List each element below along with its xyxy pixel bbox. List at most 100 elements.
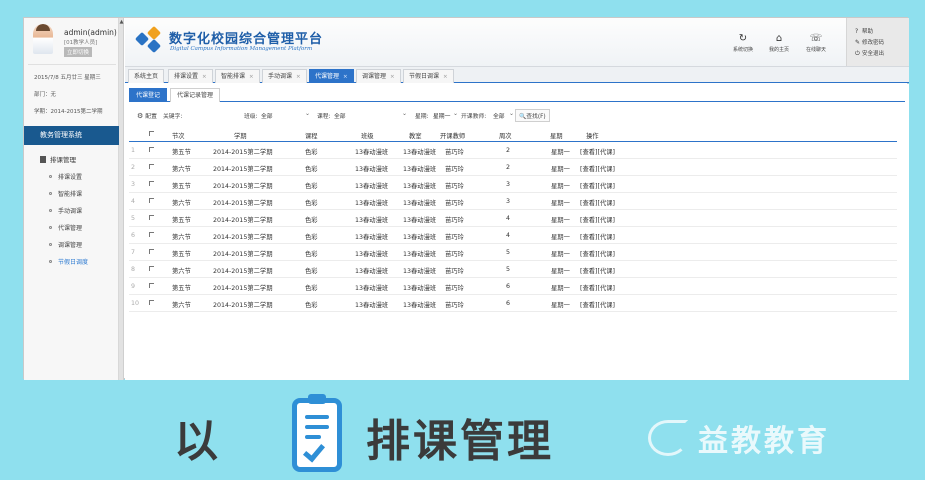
- cell-teacher: 苗巧玲: [445, 183, 464, 190]
- cell-section: 第五节: [172, 251, 191, 258]
- sidebar-subitem-setting[interactable]: 排课设置: [49, 172, 82, 181]
- table-row[interactable]: 1 第五节 2014-2015第二学期 色彩 13春动漫班 13春动漫班 苗巧玲 2 星期一 [查…: [129, 142, 897, 159]
- sidebar-scrollbar[interactable]: ▲: [119, 18, 124, 380]
- bullet-icon: [49, 226, 52, 229]
- cell-ops[interactable]: [查看][代课]: [580, 283, 615, 292]
- switch-system-button[interactable]: ↻ 系统切换: [725, 32, 761, 53]
- cell-term: 2014-2015第二学期: [213, 268, 273, 275]
- cell-ops[interactable]: [查看][代课]: [580, 147, 615, 156]
- course-label: 课程:: [317, 114, 331, 120]
- help-link[interactable]: ? 帮助: [855, 27, 873, 35]
- row-index: 1: [131, 147, 136, 154]
- cell-ops[interactable]: [查看][代课]: [580, 215, 615, 224]
- chevron-down-icon[interactable]: ⌄: [305, 110, 310, 117]
- cell-day: 星期一: [551, 166, 570, 173]
- cell-ops[interactable]: [查看][代课]: [580, 266, 615, 275]
- cell-ops[interactable]: [查看][代课]: [580, 232, 615, 241]
- table-row[interactable]: 8 第六节 2014-2015第二学期 色彩 13春动漫班 13春动漫班 苗巧玲 5 星期一 [查…: [129, 261, 897, 278]
- row-checkbox[interactable]: [149, 215, 154, 222]
- subtab-substitute-records[interactable]: 代课记录管理: [170, 88, 221, 102]
- cell-ops[interactable]: [查看][代课]: [580, 249, 615, 258]
- table-row[interactable]: 3 第五节 2014-2015第二学期 色彩 13春动漫班 13春动漫班 苗巧玲 3 星期一 [查…: [129, 176, 897, 193]
- table-row[interactable]: 4 第六节 2014-2015第二学期 色彩 13春动漫班 13春动漫班 苗巧玲 3 星期一 [查…: [129, 193, 897, 210]
- close-icon[interactable]: ×: [249, 74, 254, 80]
- tab-home[interactable]: 系统主页: [128, 69, 165, 83]
- tab-substitute-management[interactable]: 代课管理 ×: [309, 69, 354, 83]
- sidebar-subitem-smart[interactable]: 智能排课: [49, 189, 82, 198]
- scroll-up-icon[interactable]: ▲: [119, 19, 124, 25]
- cell-week: 3: [506, 198, 511, 205]
- tab-schedule-setting[interactable]: 排课设置 ×: [168, 69, 213, 83]
- switch-identity-button[interactable]: 立即切换: [64, 47, 93, 57]
- close-icon[interactable]: ×: [343, 74, 348, 80]
- app-window: admin(admin) [01教学人员] 立即切换 2015/7/8 五月廿三…: [23, 17, 909, 380]
- cell-course: 色彩: [305, 302, 318, 309]
- row-checkbox[interactable]: [149, 181, 154, 188]
- config-button[interactable]: ⚙ 配置: [137, 111, 157, 120]
- table-row[interactable]: 6 第六节 2014-2015第二学期 色彩 13春动漫班 13春动漫班 苗巧玲 4 星期一 [查…: [129, 227, 897, 244]
- cell-section: 第六节: [172, 234, 191, 241]
- table-header: 节次 学期 课程 班级 教室 开课教师 周次 星期 操作: [129, 128, 897, 142]
- tab-adjust-management[interactable]: 调课管理 ×: [356, 69, 401, 83]
- row-checkbox[interactable]: [149, 249, 154, 256]
- chevron-down-icon[interactable]: ⌄: [509, 110, 514, 117]
- sidebar-subitem-holiday[interactable]: 节假日调度: [49, 257, 88, 266]
- cell-week: 6: [506, 300, 511, 307]
- table-row[interactable]: 2 第六节 2014-2015第二学期 色彩 13春动漫班 13春动漫班 苗巧玲 2 星期一 [查…: [129, 159, 897, 176]
- home-icon: ⌂: [775, 33, 783, 44]
- cell-week: 6: [506, 283, 511, 290]
- cell-day: 星期一: [551, 285, 570, 292]
- row-index: 6: [131, 232, 136, 239]
- chevron-down-icon[interactable]: ⌄: [453, 110, 458, 117]
- col-class: 班级: [361, 133, 374, 140]
- table-row[interactable]: 5 第五节 2014-2015第二学期 色彩 13春动漫班 13春动漫班 苗巧玲 4 星期一 [查…: [129, 210, 897, 227]
- chevron-down-icon[interactable]: ⌄: [402, 110, 407, 117]
- chat-button[interactable]: ☏ 在线聊天: [798, 32, 834, 53]
- select-all-checkbox[interactable]: [149, 131, 154, 138]
- cell-course: 色彩: [305, 183, 318, 190]
- row-checkbox[interactable]: [149, 147, 154, 154]
- sidebar-subitem-substitute[interactable]: 代课管理: [49, 223, 82, 232]
- teacher-select[interactable]: 全部: [493, 111, 505, 120]
- weekday-select[interactable]: 星期一: [433, 111, 450, 120]
- table-row[interactable]: 9 第五节 2014-2015第二学期 色彩 13春动漫班 13春动漫班 苗巧玲 6 星期一 [查…: [129, 278, 897, 295]
- cell-room: 13春动漫班: [403, 217, 437, 224]
- cell-section: 第五节: [172, 183, 191, 190]
- sidebar-subitem-manual[interactable]: 手动调课: [49, 206, 82, 215]
- row-checkbox[interactable]: [149, 266, 154, 273]
- logout-link[interactable]: ⏻ 安全退出: [855, 49, 884, 58]
- row-checkbox[interactable]: [149, 283, 154, 290]
- cell-ops[interactable]: [查看][代课]: [580, 164, 615, 173]
- sidebar-subitem-adjust[interactable]: 调课管理: [49, 240, 82, 249]
- close-icon[interactable]: ×: [443, 74, 448, 80]
- tab-manual-adjust[interactable]: 手动调课 ×: [262, 69, 307, 83]
- close-icon[interactable]: ×: [202, 74, 207, 80]
- home-button[interactable]: ⌂ 我的主页: [761, 32, 797, 53]
- col-teacher: 开课教师: [440, 133, 466, 140]
- sidebar-item-scheduling[interactable]: 排课管理: [40, 154, 76, 164]
- table-row[interactable]: 7 第五节 2014-2015第二学期 色彩 13春动漫班 13春动漫班 苗巧玲 5 星期一 [查…: [129, 244, 897, 261]
- row-checkbox[interactable]: [149, 164, 154, 171]
- cell-ops[interactable]: [查看][代课]: [580, 300, 615, 309]
- subtab-substitute-register[interactable]: 代课登记: [129, 88, 168, 102]
- col-section: 节次: [172, 133, 185, 140]
- cell-ops[interactable]: [查看][代课]: [580, 181, 615, 190]
- row-checkbox[interactable]: [149, 232, 154, 239]
- class-label: 班级:: [244, 114, 258, 120]
- table-row[interactable]: 10 第六节 2014-2015第二学期 色彩 13春动漫班 13春动漫班 苗巧玲 6 星期一 […: [129, 295, 897, 312]
- search-button[interactable]: 🔍查找(F): [515, 109, 550, 122]
- class-select[interactable]: 全部: [261, 111, 273, 120]
- close-icon[interactable]: ×: [296, 74, 301, 80]
- tab-holiday-adjust[interactable]: 节假日调课 ×: [403, 69, 454, 83]
- change-password-link[interactable]: ✎ 修改密码: [855, 38, 884, 46]
- cell-teacher: 苗巧玲: [445, 285, 464, 292]
- row-checkbox[interactable]: [149, 198, 154, 205]
- cell-teacher: 苗巧玲: [445, 149, 464, 156]
- tab-smart-schedule[interactable]: 智能排课 ×: [215, 69, 260, 83]
- course-select[interactable]: 全部: [334, 111, 346, 120]
- row-checkbox[interactable]: [149, 300, 154, 307]
- substitute-table: 节次 学期 课程 班级 教室 开课教师 周次 星期 操作 1 第五节 2014-20…: [129, 128, 897, 312]
- cell-ops[interactable]: [查看][代课]: [580, 198, 615, 207]
- system-title[interactable]: 教务管理系统: [24, 126, 119, 145]
- close-icon[interactable]: ×: [390, 74, 395, 80]
